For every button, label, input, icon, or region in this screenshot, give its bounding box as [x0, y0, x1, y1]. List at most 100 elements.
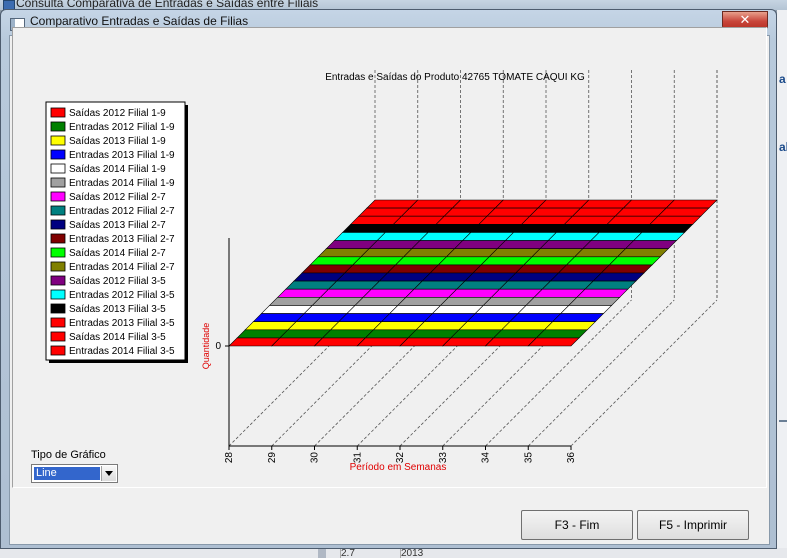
series-ribbon [370, 280, 423, 290]
series-ribbon [415, 321, 468, 331]
series-ribbon [517, 305, 570, 314]
series-ribbon [466, 313, 519, 322]
series-ribbon [539, 240, 592, 249]
chart-panel: 0 28 29 30 31 32 33 34 35 36 Saídas 2012 Filial 1… [12, 27, 767, 488]
chart-legend: Saídas 2012 Filial 1-9 Entradas 2012 Fili… [45, 101, 188, 363]
series-ribbon [268, 297, 322, 306]
series-ribbon [362, 288, 415, 298]
legend-swatch [50, 233, 66, 244]
series-ribbon [600, 264, 653, 274]
exit-button[interactable]: F3 - Fim [521, 510, 633, 540]
series-ribbon [427, 224, 480, 233]
x-tick-label: 35 [523, 452, 534, 464]
series-ribbon [402, 248, 456, 258]
series-ribbon [378, 272, 431, 282]
background-window-bottom: 2.7 2013 [0, 548, 787, 558]
series-ribbon [384, 224, 437, 233]
legend-swatch [50, 331, 66, 342]
legend-label: Entradas 2012 Filial 3-5 [69, 290, 175, 301]
series-ribbon [293, 272, 346, 282]
series-ribbon [346, 305, 399, 314]
series-ribbon [543, 321, 597, 331]
y-axis-label: Quantidade [201, 323, 211, 370]
series-ribbon [397, 297, 450, 306]
series-ribbon [285, 280, 338, 290]
chart-type-select[interactable]: Line [31, 464, 118, 483]
legend-swatch [50, 107, 66, 118]
series-ribbon [488, 248, 541, 258]
series-ribbon [301, 264, 354, 274]
series-ribbon [338, 313, 391, 322]
legend-swatch [50, 149, 66, 160]
series-ribbon [523, 256, 576, 266]
legend-swatch [50, 219, 66, 230]
series-ribbon [579, 199, 633, 209]
series-ribbon [380, 313, 434, 322]
series-ribbon [303, 305, 356, 314]
series-ribbon [547, 232, 600, 241]
legend-shadow [49, 360, 188, 363]
series-ribbon [411, 240, 464, 249]
legend-swatch [50, 135, 66, 146]
legend-label: Saídas 2013 Filial 1-9 [69, 136, 166, 147]
series-ribbon [447, 288, 501, 298]
chart-type-value: Line [34, 467, 100, 480]
series-ribbon [295, 313, 348, 322]
series-ribbon [568, 297, 621, 306]
series-ribbon [366, 199, 419, 209]
legend-swatch [50, 163, 66, 174]
background-cell: 2013 [400, 548, 461, 558]
series-ribbon [356, 337, 409, 347]
series-ribbon [287, 321, 340, 331]
series-ribbon [598, 224, 651, 233]
series-ribbon [576, 288, 629, 298]
series-ribbon [311, 297, 364, 306]
series-ribbon [388, 305, 442, 314]
series-ribbon [531, 248, 584, 258]
series-ribbon [582, 240, 635, 249]
series-ribbon [333, 232, 387, 241]
legend-label: Entradas 2014 Filial 3-5 [69, 346, 175, 357]
legend-swatch [50, 289, 66, 300]
chart-title: Entradas e Saídas do Produto 42765 TOMAT… [325, 72, 585, 83]
series-ribbon [450, 329, 503, 339]
series-ribbon [368, 240, 421, 249]
series-ribbon [309, 256, 362, 266]
series-ribbon [525, 297, 578, 306]
legend-label: Saídas 2012 Filial 1-9 [69, 108, 166, 119]
background-cell: 2.7 [340, 548, 401, 558]
series-ribbon [419, 232, 472, 241]
series-ribbon [622, 199, 675, 209]
legend-label: Saídas 2012 Filial 2-7 [69, 192, 166, 203]
legend-label: Saídas 2012 Filial 3-5 [69, 276, 166, 287]
series-ribbon [327, 280, 381, 290]
series-ribbon [520, 215, 574, 225]
series-ribbon [352, 256, 405, 266]
series-ribbon [533, 288, 586, 298]
series-ribbon [271, 337, 324, 347]
series-ribbon [461, 232, 515, 241]
series-ribbon [464, 272, 517, 282]
series-ribbon [573, 248, 627, 258]
series-ribbon [279, 329, 332, 339]
series-ribbon [515, 264, 568, 274]
series-ribbon [549, 272, 602, 282]
series-ribbon [252, 313, 305, 322]
series-ribbon [405, 288, 458, 298]
series-ribbon [590, 232, 643, 241]
series-ribbon [486, 207, 539, 217]
series-ribbon [555, 224, 608, 233]
legend-swatch [50, 345, 66, 356]
x-tick-label: 29 [267, 452, 278, 464]
legend-label: Entradas 2014 Filial 2-7 [69, 262, 175, 273]
series-ribbon [500, 321, 554, 331]
legend-swatch [50, 261, 66, 272]
legend-label: Saídas 2013 Filial 3-5 [69, 304, 166, 315]
chevron-down-icon[interactable] [101, 466, 116, 481]
series-ribbon [372, 321, 426, 331]
x-axis-label: Período em Semanas [350, 462, 447, 473]
legend-label: Entradas 2012 Filial 1-9 [69, 122, 175, 133]
series-ribbon [360, 248, 413, 258]
series-ribbon [442, 337, 495, 347]
print-button[interactable]: F5 - Imprimir [637, 510, 749, 540]
